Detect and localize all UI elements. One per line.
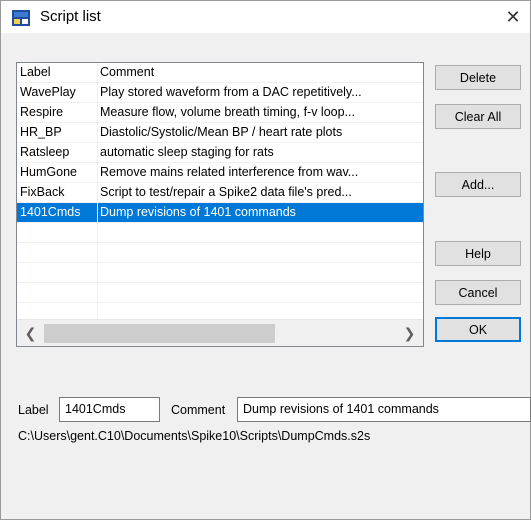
row-comment: automatic sleep staging for rats (97, 143, 423, 163)
row-comment: Script to test/repair a Spike2 data file… (97, 183, 423, 203)
table-row[interactable]: Respire Measure flow, volume breath timi… (17, 103, 423, 123)
scroll-left-icon[interactable]: ❮ (17, 320, 44, 347)
comment-caption: Comment (171, 403, 226, 417)
close-icon[interactable]: ✕ (496, 1, 530, 33)
title-bar: Script list ✕ (1, 1, 530, 33)
scroll-right-icon[interactable]: ❯ (396, 320, 423, 347)
scrollbar-thumb[interactable] (44, 324, 275, 343)
script-list[interactable]: Label Comment WavePlay Play stored wavef… (16, 62, 424, 347)
row-label: Respire (20, 105, 64, 119)
delete-button[interactable]: Delete (435, 65, 521, 90)
empty-row (17, 263, 423, 283)
window-title: Script list (40, 8, 101, 25)
script-path: C:\Users\gent.C10\Documents\Spike10\Scri… (18, 429, 371, 443)
table-header: Label Comment (17, 63, 423, 83)
table-row[interactable]: WavePlay Play stored waveform from a DAC… (17, 83, 423, 103)
row-label: 1401Cmds (20, 205, 81, 219)
row-label: FixBack (20, 185, 65, 199)
label-input[interactable]: 1401Cmds (59, 397, 160, 422)
script-table: Label Comment WavePlay Play stored wavef… (17, 63, 423, 319)
table-row[interactable]: FixBack Script to test/repair a Spike2 d… (17, 183, 423, 203)
ok-button[interactable]: OK (435, 317, 521, 342)
help-button[interactable]: Help (435, 241, 521, 266)
add-button[interactable]: Add... (435, 172, 521, 197)
cancel-button[interactable]: Cancel (435, 280, 521, 305)
row-label: WavePlay (20, 85, 76, 99)
table-row[interactable]: HR_BP Diastolic/Systolic/Mean BP / heart… (17, 123, 423, 143)
row-label: Ratsleep (20, 145, 70, 159)
comment-input[interactable]: Dump revisions of 1401 commands (237, 397, 531, 422)
row-comment: Measure flow, volume breath timing, f-v … (97, 103, 423, 123)
row-comment: Diastolic/Systolic/Mean BP / heart rate … (97, 123, 423, 143)
clear-all-button[interactable]: Clear All (435, 104, 521, 129)
label-caption: Label (18, 403, 49, 417)
row-label: HR_BP (20, 125, 62, 139)
script-list-dialog: Script list ✕ Label Comment WavePlay Pla… (0, 0, 531, 520)
row-comment: Remove mains related interference from w… (97, 163, 423, 183)
table-row[interactable]: Ratsleep automatic sleep staging for rat… (17, 143, 423, 163)
row-label: HumGone (20, 165, 77, 179)
table-row[interactable]: HumGone Remove mains related interferenc… (17, 163, 423, 183)
header-label: Label (20, 65, 51, 79)
empty-row (17, 223, 423, 243)
header-comment: Comment (97, 63, 423, 83)
empty-row (17, 303, 423, 319)
horizontal-scrollbar[interactable]: ❮ ❯ (17, 319, 423, 346)
app-icon (12, 10, 30, 26)
empty-row (17, 283, 423, 303)
empty-row (17, 243, 423, 263)
row-comment: Play stored waveform from a DAC repetiti… (97, 83, 423, 103)
table-row-selected[interactable]: 1401Cmds Dump revisions of 1401 commands (17, 203, 423, 223)
row-comment: Dump revisions of 1401 commands (97, 203, 423, 223)
